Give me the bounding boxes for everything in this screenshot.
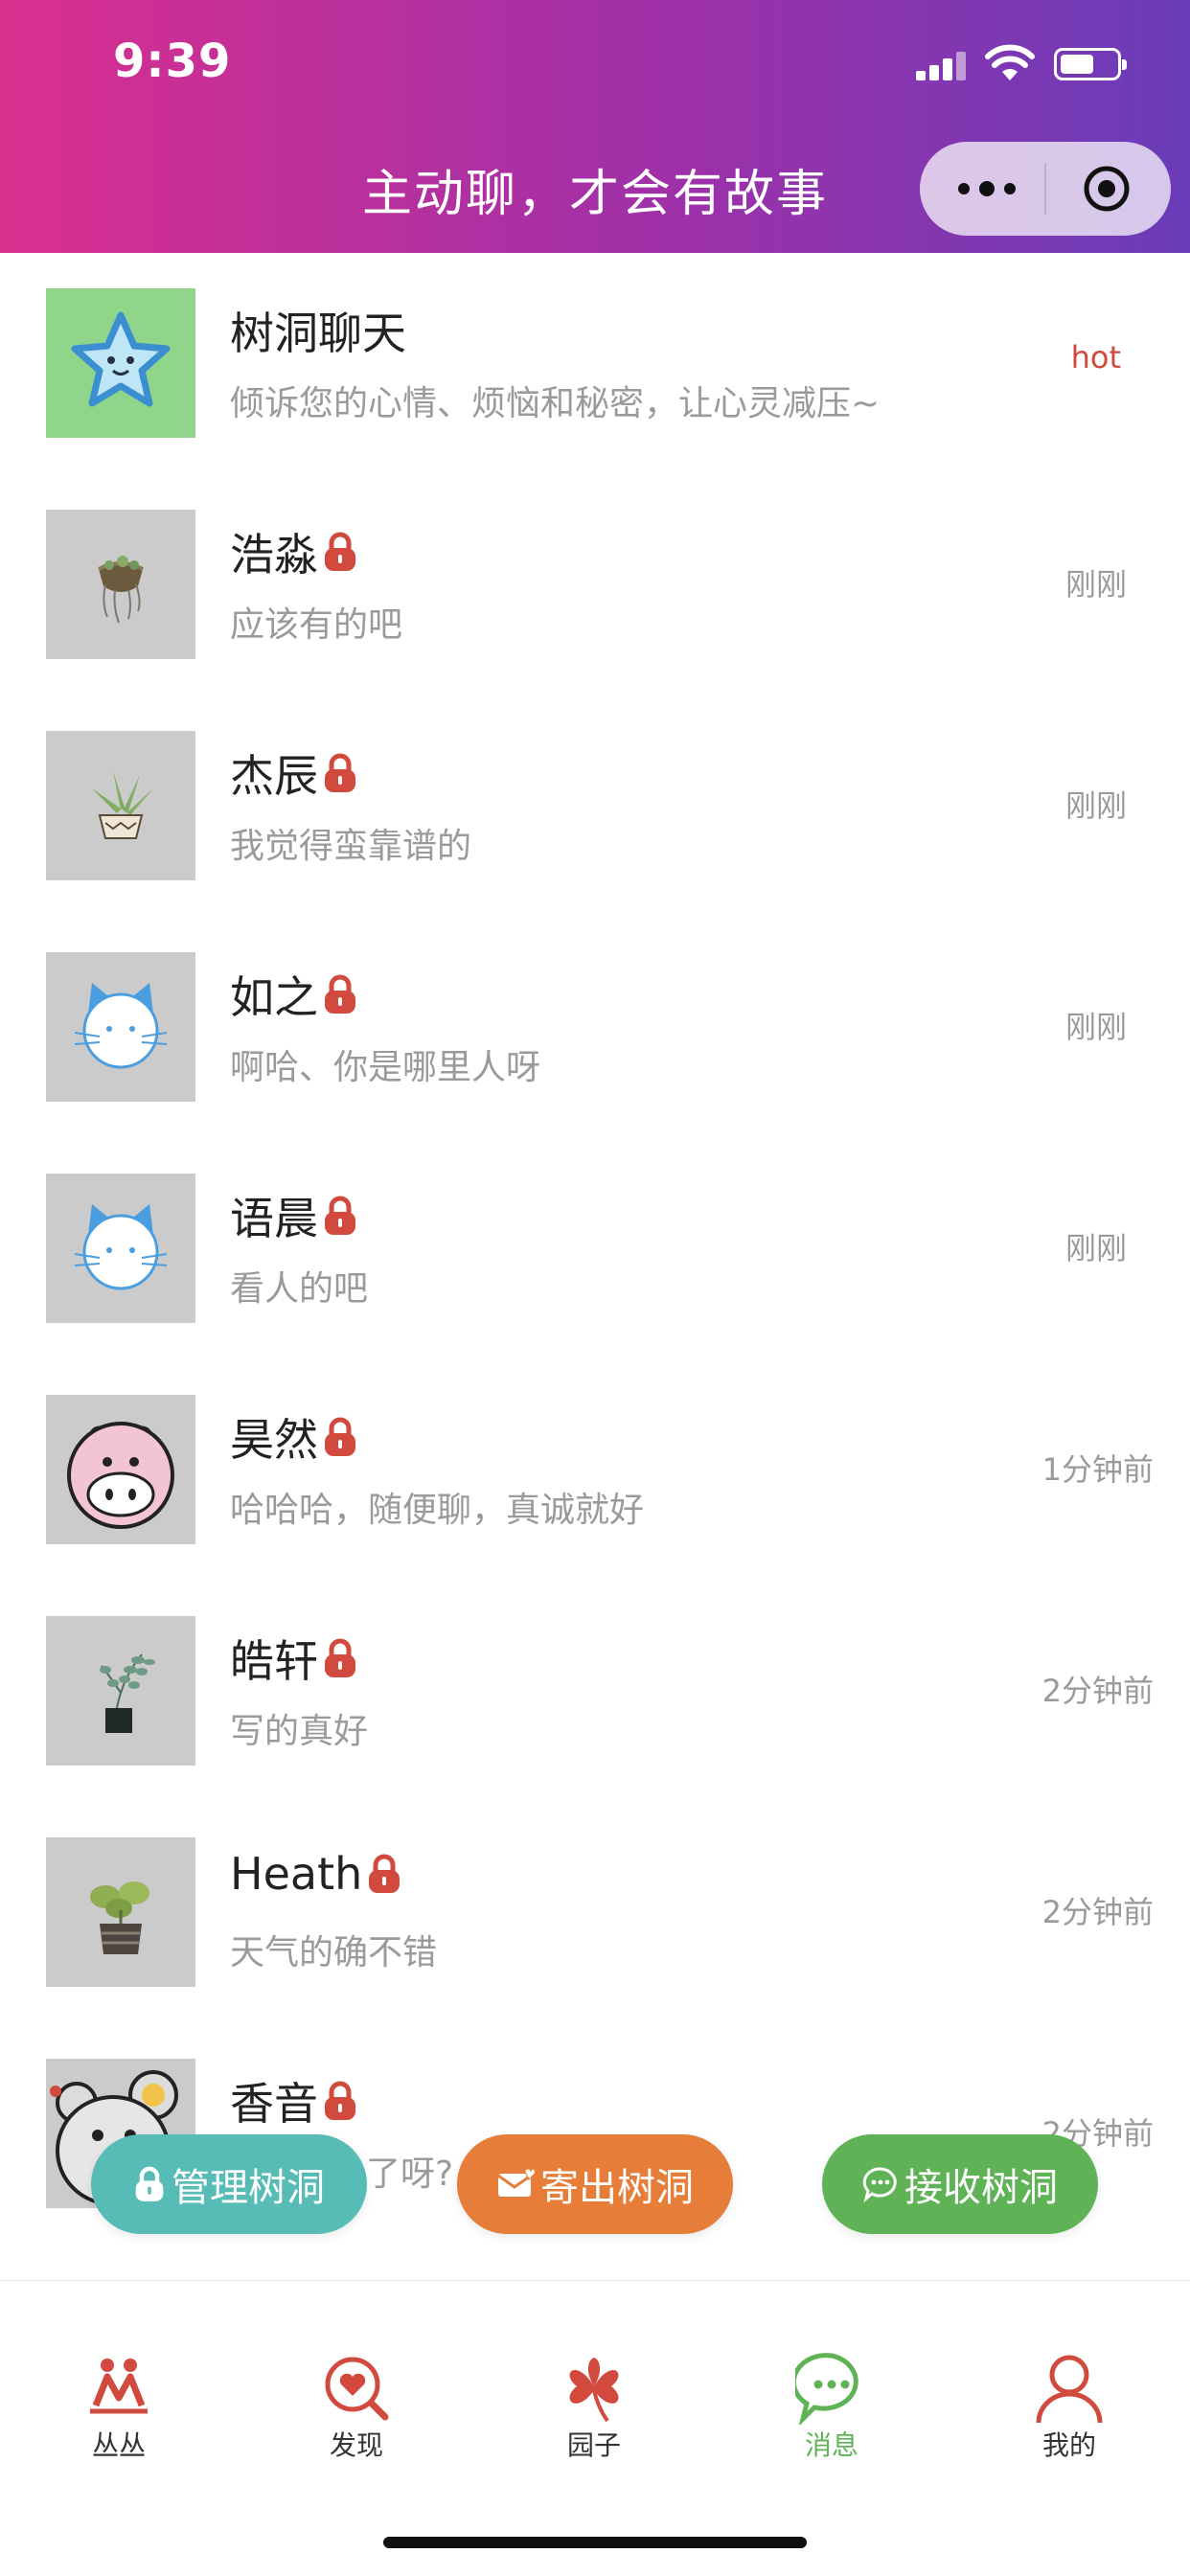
eucalyptus-avatar (46, 1616, 195, 1766)
chat-preview: 了呀? (366, 2154, 454, 2194)
hanging-plant-avatar (46, 510, 195, 659)
battery-icon (1054, 48, 1127, 80)
status-time: 9:39 (113, 34, 232, 88)
lock-icon (325, 1417, 355, 1456)
chat-name: 皓轩 (230, 1627, 358, 1690)
chat-preview: 倾诉您的心情、烦恼和秘密，让心灵减压~ (230, 384, 881, 423)
close-target-icon[interactable] (1083, 165, 1131, 213)
wifi-icon (985, 44, 1035, 80)
chat-row[interactable]: 杰辰 我觉得蛮靠谱的 刚刚 (0, 695, 1190, 917)
tab-discover[interactable]: 发现 (238, 2281, 475, 2461)
star-avatar (46, 288, 195, 438)
chat-row[interactable]: 浩淼 应该有的吧 刚刚 (0, 474, 1190, 695)
lock-icon (325, 1196, 355, 1235)
chat-bubble-icon (862, 2167, 897, 2202)
lock-icon (369, 1854, 400, 1893)
chat-preview: 我觉得蛮靠谱的 (230, 827, 472, 866)
lock-icon (325, 974, 355, 1014)
chat-row[interactable]: 如之 啊哈、你是哪里人呀 刚刚 (0, 917, 1190, 1138)
lock-icon (325, 532, 355, 571)
bottom-tab-bar: 丛丛 发现 园子 消息 我的 (0, 2280, 1190, 2576)
cat-avatar (46, 1174, 195, 1323)
chat-time: 刚刚 (1064, 1009, 1127, 1045)
couple-icon (90, 2359, 148, 2414)
chat-time: 2分钟前 (1041, 1894, 1154, 1930)
chat-time: 1分钟前 (1041, 1451, 1154, 1488)
tab-messages[interactable]: 消息 (713, 2281, 950, 2461)
chat-row[interactable]: 昊然 哈哈哈，随便聊，真诚就好 1分钟前 (0, 1359, 1190, 1581)
tab-congcong[interactable]: 丛丛 (0, 2281, 238, 2461)
chat-name: 昊然 (230, 1405, 358, 1469)
cat-avatar (46, 952, 195, 1102)
tab-label: 发现 (329, 2429, 383, 2461)
manage-button-label: 管理树洞 (172, 2166, 325, 2210)
chat-preview: 啊哈、你是哪里人呀 (230, 1048, 541, 1087)
chat-time: 刚刚 (1064, 1230, 1127, 1266)
person-icon (1036, 2355, 1103, 2424)
manage-tree-hole-button[interactable]: 管理树洞 (91, 2134, 367, 2234)
chat-preview: 看人的吧 (230, 1269, 369, 1309)
potted-plant-avatar (46, 1837, 195, 1987)
hippo-avatar (46, 1395, 195, 1544)
chat-name: 如之 (230, 963, 358, 1026)
hot-badge: hot (1070, 339, 1121, 376)
cellular-signal-icon (916, 52, 970, 80)
tab-label: 消息 (804, 2429, 858, 2461)
chat-time: 2分钟前 (1041, 1673, 1154, 1709)
lock-icon (325, 1638, 355, 1677)
chat-bubble-icon (795, 2353, 858, 2425)
send-button-label: 寄出树洞 (540, 2166, 694, 2210)
tab-garden[interactable]: 园子 (475, 2281, 713, 2461)
chat-preview: 写的真好 (230, 1712, 369, 1751)
capsule-divider (1044, 163, 1046, 215)
chat-time: 刚刚 (1064, 566, 1127, 603)
mini-program-capsule (920, 142, 1171, 236)
chat-row[interactable]: Heath 天气的确不错 2分钟前 (0, 1802, 1190, 2023)
lock-icon (135, 2166, 164, 2201)
chat-row-tree-hole[interactable]: 树洞聊天 倾诉您的心情、烦恼和秘密，让心灵减压~ hot (0, 253, 1190, 474)
chat-preview: 哈哈哈，随便聊，真诚就好 (230, 1491, 645, 1530)
chat-row[interactable]: 皓轩 写的真好 2分钟前 (0, 1581, 1190, 1802)
send-tree-hole-button[interactable]: 寄出树洞 (457, 2134, 733, 2234)
tab-label: 我的 (1041, 2429, 1096, 2461)
chat-row[interactable]: 语晨 看人的吧 刚刚 (0, 1138, 1190, 1359)
tab-label: 园子 (566, 2429, 621, 2461)
chat-name: Heath (230, 1848, 402, 1900)
chat-name: 香音 (230, 2069, 358, 2132)
chat-name: 杰辰 (230, 741, 358, 805)
receive-button-label: 接收树洞 (904, 2166, 1058, 2210)
chat-name: 语晨 (230, 1184, 358, 1247)
chat-preview: 应该有的吧 (230, 605, 403, 645)
clover-icon (569, 2358, 619, 2423)
lock-icon (325, 753, 355, 792)
lock-icon (325, 2081, 355, 2120)
chat-name: 树洞聊天 (230, 308, 406, 359)
tab-label: 丛丛 (91, 2429, 146, 2461)
header-bar: 9:39 主动聊，才会有故事 (0, 0, 1190, 253)
chat-time: 刚刚 (1064, 787, 1127, 824)
receive-tree-hole-button[interactable]: 接收树洞 (822, 2134, 1098, 2234)
envelope-heart-icon (497, 2168, 535, 2197)
chat-name: 浩淼 (230, 520, 358, 583)
home-indicator (383, 2537, 807, 2548)
succulent-avatar (46, 731, 195, 880)
tab-me[interactable]: 我的 (950, 2281, 1188, 2461)
chat-preview: 天气的确不错 (230, 1933, 438, 1972)
chat-list: 树洞聊天 倾诉您的心情、烦恼和秘密，让心灵减压~ hot 浩淼 应该有的吧 刚刚 (0, 253, 1190, 2334)
discover-heart-icon (325, 2357, 389, 2421)
more-dots-icon[interactable] (958, 171, 1019, 207)
